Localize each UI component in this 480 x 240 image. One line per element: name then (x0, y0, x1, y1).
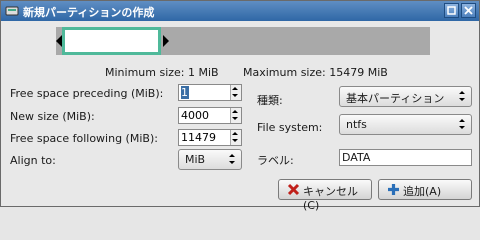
minimum-size-label: Minimum size: 1 MiB (105, 66, 219, 79)
up-icon[interactable] (232, 132, 238, 135)
align-label: Align to: (10, 154, 56, 167)
preceding-input[interactable] (181, 86, 189, 99)
following-spinbox[interactable] (178, 129, 242, 146)
title-bar[interactable]: 新規パーティションの作成 (1, 1, 479, 21)
window-title: 新規パーティションの作成 (23, 6, 155, 19)
following-input[interactable] (181, 131, 227, 144)
up-icon[interactable] (232, 87, 238, 90)
partition-resizer[interactable] (56, 27, 430, 55)
partition-type-select[interactable]: 基本パーティション (339, 86, 472, 107)
label-input[interactable]: DATA (339, 149, 472, 166)
new-size-stepper[interactable] (230, 108, 241, 123)
new-size-input[interactable] (181, 109, 227, 122)
right-resize-handle[interactable] (163, 35, 169, 47)
preceding-spinbox[interactable] (178, 84, 242, 101)
add-button[interactable]: 追加(A) (378, 179, 472, 200)
new-size-label: New size (MiB): (10, 110, 95, 123)
align-select[interactable]: MiB (178, 149, 242, 170)
down-icon[interactable] (232, 139, 238, 142)
align-value: MiB (185, 153, 206, 166)
cancel-label: キャンセル(C) (303, 185, 358, 212)
filesystem-label: File system: (257, 121, 323, 134)
new-partition-block[interactable] (62, 27, 161, 55)
updown-chevron-icon (229, 154, 235, 164)
type-label: 種類: (257, 94, 283, 107)
close-button[interactable] (461, 3, 476, 18)
dialog-window: 新規パーティションの作成 Minimum size: 1 MiB Maximum… (0, 0, 480, 212)
updown-chevron-icon (459, 119, 465, 129)
maximum-size-label: Maximum size: 15479 MiB (243, 66, 388, 79)
partition-type-value: 基本パーティション (346, 92, 445, 105)
preceding-label: Free space preceding (MiB): (10, 87, 164, 100)
left-resize-handle[interactable] (56, 35, 62, 47)
add-label: 追加(A) (403, 185, 442, 198)
updown-chevron-icon (459, 91, 465, 101)
cancel-button[interactable]: キャンセル(C) (278, 179, 372, 212)
down-icon[interactable] (232, 94, 238, 97)
filesystem-select[interactable]: ntfs (339, 114, 472, 135)
plus-icon (388, 184, 399, 195)
filesystem-value: ntfs (346, 118, 367, 131)
fslabel-label: ラベル: (257, 154, 294, 167)
down-icon[interactable] (232, 117, 238, 120)
maximize-button[interactable] (444, 3, 459, 18)
label-value: DATA (342, 151, 371, 164)
preceding-stepper[interactable] (230, 85, 241, 100)
close-icon (464, 6, 473, 15)
up-icon[interactable] (232, 110, 238, 113)
following-stepper[interactable] (230, 130, 241, 145)
following-label: Free space following (MiB): (10, 132, 158, 145)
disk-icon (5, 6, 19, 16)
x-icon (287, 183, 300, 196)
new-size-spinbox[interactable] (178, 107, 242, 124)
maximize-icon (447, 6, 456, 15)
